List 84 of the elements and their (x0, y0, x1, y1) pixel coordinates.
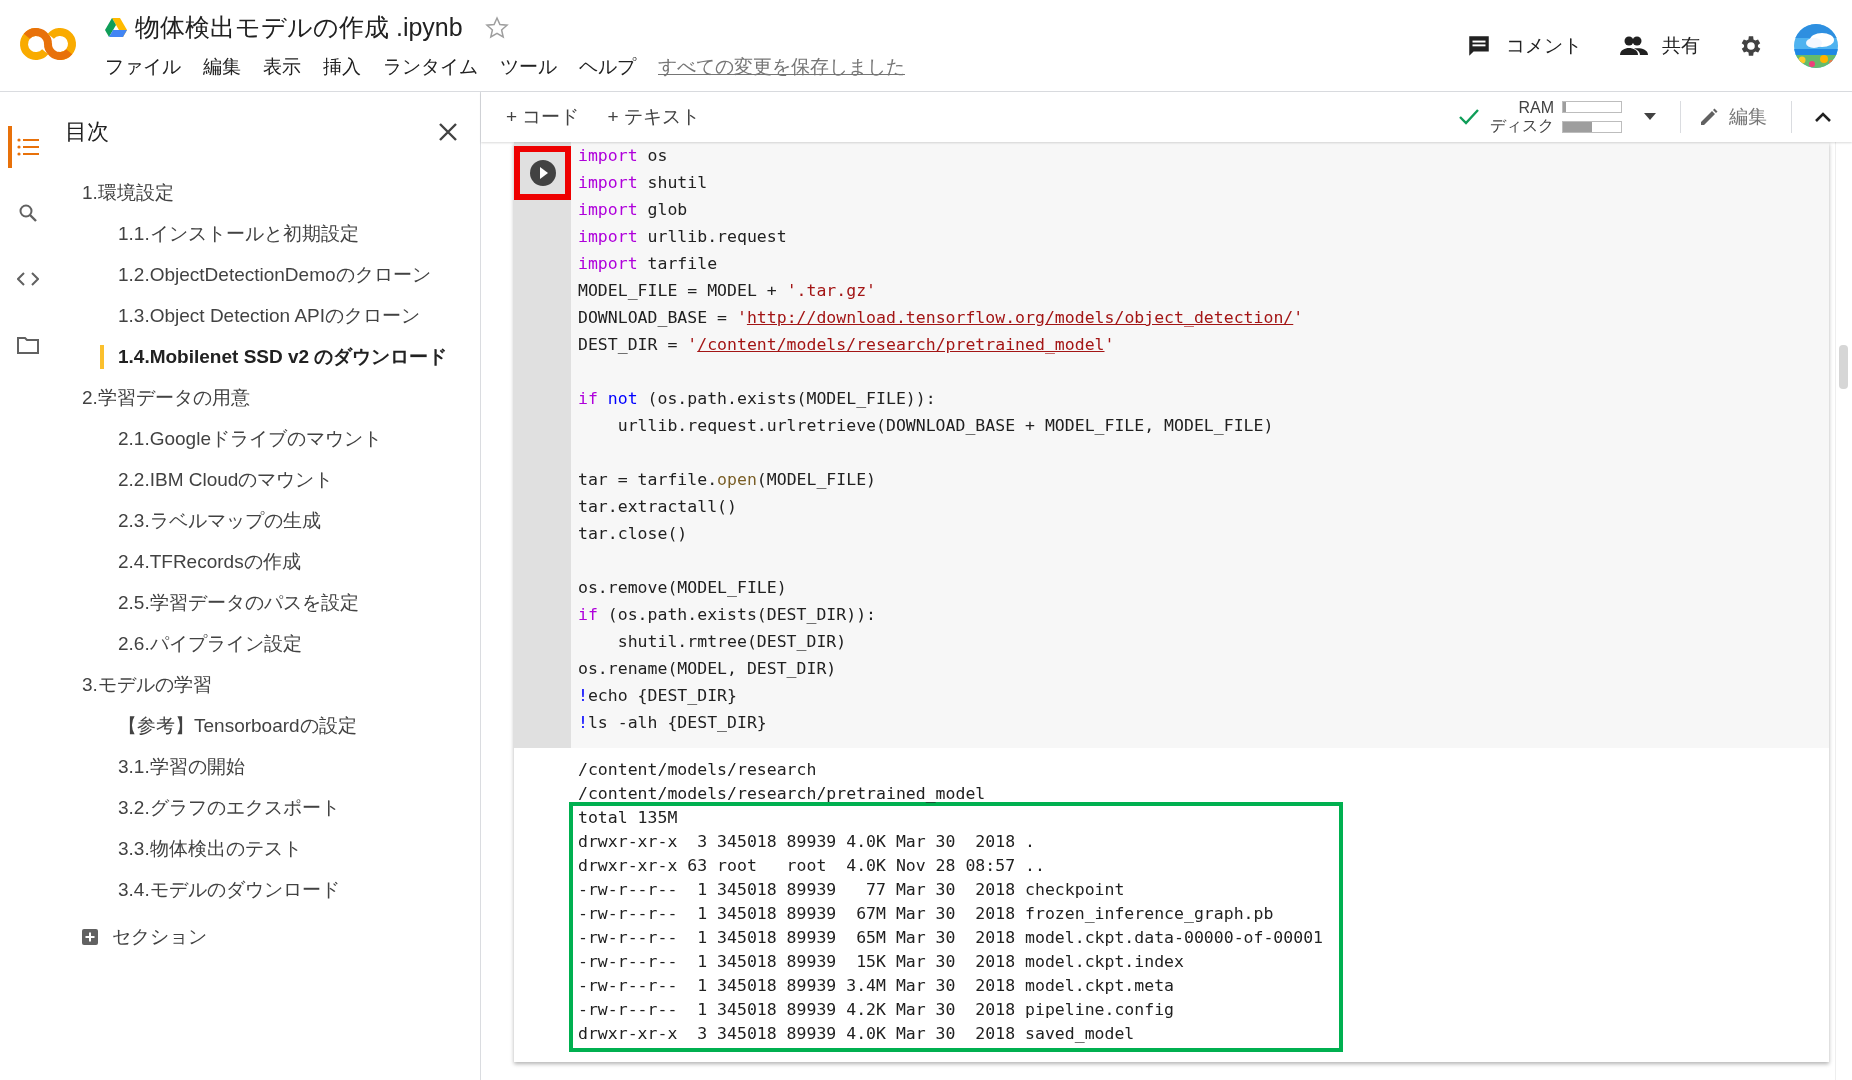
menu-item[interactable]: ファイル (105, 54, 181, 80)
menu-item[interactable]: ランタイム (383, 54, 478, 80)
code-line: urllib.request.urlretrieve(DOWNLOAD_BASE + MODEL_FILE, MODEL_FILE) (616, 415, 1275, 437)
output-line: total 135M (577, 807, 679, 829)
code-line: MODEL_FILE = MODEL + '.tar.gz' (578, 280, 878, 302)
output-line: -rw-r--r-- 1 345018 89939 15K Mar 30 2018 model.ckpt.index (577, 951, 1185, 973)
output-line: -rw-r--r-- 1 345018 89939 65M Mar 30 2018 model.ckpt.data-00000-of-00001 (577, 927, 1325, 949)
code-line: import os (578, 145, 669, 167)
code-line: shutil.rmtree(DEST_DIR) (616, 631, 848, 653)
code-line: tar.extractall() (578, 496, 738, 518)
toc-item[interactable]: 3.1.学習の開始 (56, 746, 480, 787)
toc-item[interactable]: 1.3.Object Detection APIのクローン (56, 295, 480, 336)
toc-item[interactable]: 2.学習データの用意 (56, 377, 480, 418)
toc-item[interactable]: 1.1.インストールと初期設定 (56, 213, 480, 254)
code-icon[interactable] (17, 272, 39, 286)
toc-item[interactable]: 2.3.ラベルマップの生成 (56, 500, 480, 541)
star-icon[interactable] (484, 15, 509, 40)
toc-item[interactable]: 3.4.モデルのダウンロード (56, 869, 480, 910)
code-line: import tarfile (578, 253, 719, 275)
toc-item[interactable]: 1.4.Mobilenet SSD v2 のダウンロード (56, 336, 480, 377)
menu-item[interactable]: ヘルプ (579, 54, 636, 80)
code-line: tar.close() (578, 523, 689, 545)
menu-item[interactable]: 挿入 (323, 54, 361, 80)
code-line: if (os.path.exists(DEST_DIR)): (578, 604, 878, 626)
menu-item[interactable]: 表示 (263, 54, 301, 80)
scrollbar-thumb[interactable] (1839, 345, 1848, 389)
menu-item[interactable]: 編集 (203, 54, 241, 80)
code-line: os.remove(MODEL_FILE) (578, 577, 788, 599)
search-icon[interactable] (18, 203, 38, 223)
code-line: tar = tarfile.open(MODEL_FILE) (578, 469, 878, 491)
output-line: -rw-r--r-- 1 345018 89939 67M Mar 30 2018 frozen_inference_graph.pb (577, 903, 1275, 925)
disk-label: ディスク (1490, 117, 1554, 135)
notebook-title[interactable]: 物体検出モデルの作成 .ipynb (135, 11, 463, 44)
toc-item[interactable]: 2.1.Googleドライブのマウント (56, 418, 480, 459)
url-link[interactable]: /content/models/research/pretrained_model (697, 335, 1105, 354)
pencil-icon (1699, 107, 1719, 127)
code-line: import urllib.request (578, 226, 788, 248)
code-line: !ls -alh {DEST_DIR} (578, 712, 768, 734)
code-line: import shutil (578, 172, 709, 194)
toc-item[interactable]: 1.2.ObjectDetectionDemoのクローン (56, 254, 480, 295)
toc-item[interactable]: 2.5.学習データのパスを設定 (56, 582, 480, 623)
output-line: -rw-r--r-- 1 345018 89939 4.2K Mar 30 2018 pipeline.config (577, 999, 1176, 1021)
code-line: os.rename(MODEL, DEST_DIR) (578, 658, 838, 680)
toc-item[interactable]: 【参考】Tensorboardの設定 (56, 705, 480, 746)
toc-item[interactable]: 3.3.物体検出のテスト (56, 828, 480, 869)
output-line: -rw-r--r-- 1 345018 89939 77 Mar 30 2018 checkpoint (577, 879, 1126, 901)
comment-button[interactable]: コメント (1466, 32, 1582, 59)
people-icon (1620, 34, 1648, 57)
toc-item[interactable]: 2.4.TFRecordsの作成 (56, 541, 480, 582)
table-of-contents-icon[interactable] (17, 138, 39, 156)
code-line: DEST_DIR = '/content/models/research/pretrained_model' (578, 334, 1116, 356)
edit-button[interactable]: 編集 (1699, 104, 1767, 130)
code-line: if not (os.path.exists(MODEL_FILE)): (578, 388, 937, 410)
toc-item[interactable]: 1.環境設定 (56, 172, 480, 213)
close-icon[interactable] (438, 122, 458, 142)
add-cell-button[interactable]: + コード (506, 104, 580, 130)
output-line: /content/models/research (577, 759, 818, 781)
toc-item[interactable]: 3.2.グラフのエクスポート (56, 787, 480, 828)
toc-item[interactable]: 2.2.IBM Cloudのマウント (56, 459, 480, 500)
collapse-icon[interactable] (1814, 111, 1832, 123)
output-line: /content/models/research/pretrained_model (577, 783, 987, 805)
ram-label: RAM (1518, 99, 1554, 117)
menu-item[interactable]: ツール (500, 54, 557, 80)
code-line: import glob (578, 199, 689, 221)
output-line: drwxr-xr-x 3 345018 89939 4.0K Mar 30 2018 saved_model (577, 1023, 1136, 1045)
colab-logo[interactable] (18, 26, 78, 62)
url-link[interactable]: http://download.tensorflow.org/models/object_detection/ (746, 308, 1294, 327)
caret-icon[interactable] (1644, 113, 1656, 121)
add-cell-button[interactable]: + テキスト (607, 104, 700, 130)
code-line: DOWNLOAD_BASE = 'http://download.tensorflow.org/models/object_detection/' (578, 307, 1304, 329)
output-line: drwxr-xr-x 3 345018 89939 4.0K Mar 30 2018 . (577, 831, 1036, 853)
panel-title: 目次 (65, 118, 109, 146)
toc-item[interactable]: 3.モデルの学習 (56, 664, 480, 705)
output-line: drwxr-xr-x 63 root root 4.0K Nov 28 08:57 .. (577, 855, 1046, 877)
add-section-link[interactable]: セクション (112, 924, 207, 950)
output-line: -rw-r--r-- 1 345018 89939 3.4M Mar 30 2018 model.ckpt.meta (577, 975, 1176, 997)
save-status-link[interactable]: すべての変更を保存しました (658, 54, 905, 80)
folder-icon[interactable] (17, 336, 39, 354)
toc-item[interactable]: 2.6.パイプライン設定 (56, 623, 480, 664)
code-line: !echo {DEST_DIR} (578, 685, 738, 707)
add-icon[interactable] (82, 929, 98, 945)
run-button[interactable] (528, 159, 557, 187)
drive-icon (105, 17, 127, 38)
share-button[interactable]: 共有 (1620, 32, 1700, 59)
